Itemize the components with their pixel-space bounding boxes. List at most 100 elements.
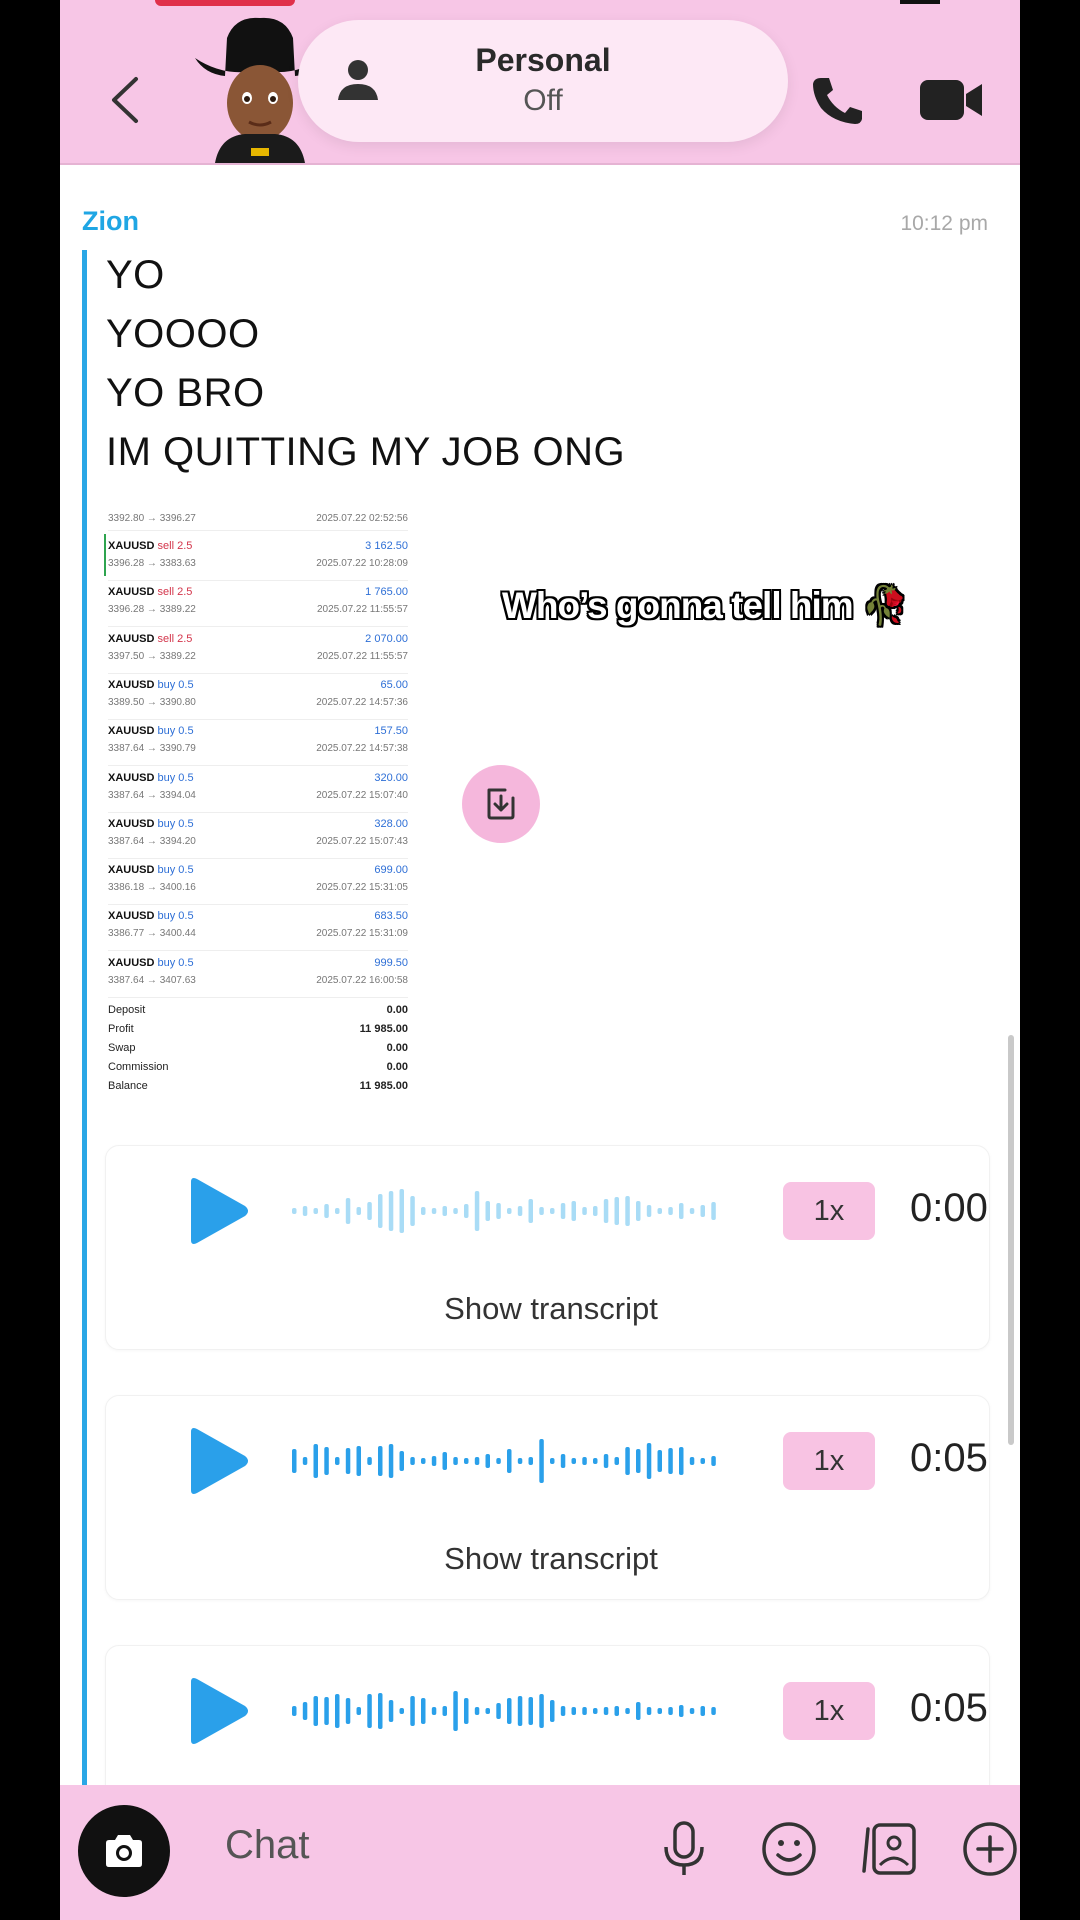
chat-input[interactable]: Chat (225, 1823, 310, 1868)
waveform-bar (442, 1706, 447, 1716)
waveform-bar (571, 1201, 576, 1221)
phone-icon[interactable] (803, 70, 873, 130)
waveform-bar (646, 1443, 652, 1479)
trade-row: XAUUSD buy 0.5 65.00 3389.50 → 3390.80 2025… (108, 677, 408, 723)
waveform-bar (410, 1196, 415, 1226)
waveform-bar (507, 1449, 512, 1473)
camera-button[interactable] (78, 1805, 170, 1897)
waveform-bar (560, 1203, 566, 1219)
waveform-bar (313, 1444, 318, 1478)
waveform-bar (571, 1707, 576, 1715)
sticker-gallery-icon[interactable] (858, 1817, 922, 1881)
waveform-bar (539, 1694, 544, 1728)
play-icon[interactable] (181, 1176, 251, 1246)
trade-top-date: 2025.07.22 02:52:56 (316, 513, 408, 524)
waveform-bar (356, 1446, 361, 1476)
voice-note[interactable]: 1x 0:00 Show transcript (105, 1145, 990, 1350)
trade-side: buy 0.5 (157, 817, 194, 830)
voice-note[interactable]: 1x 0:05 (105, 1645, 990, 1805)
playback-speed-button[interactable]: 1x (783, 1682, 875, 1740)
summary-value: 0.00 (386, 1042, 408, 1054)
summary-label: Balance (108, 1080, 148, 1092)
divider (108, 857, 408, 859)
play-icon[interactable] (181, 1676, 251, 1746)
waveform-bar (582, 1207, 587, 1215)
waveform[interactable] (291, 1181, 721, 1241)
trade-row: XAUUSD sell 2.5 3 162.50 3396.28 → 3383.63… (108, 538, 408, 584)
waveform-bar (603, 1454, 609, 1468)
show-transcript-button[interactable]: Show transcript (61, 1541, 1020, 1577)
emoji-icon[interactable] (757, 1817, 821, 1881)
divider (108, 765, 408, 767)
waveform-bar (496, 1203, 501, 1219)
waveform-bar (421, 1458, 426, 1464)
divider (108, 718, 408, 720)
summary-row: Deposit 0.00 (108, 1004, 408, 1016)
message-time: 10:12 pm (900, 212, 988, 235)
message-line: YO (106, 253, 165, 297)
waveform-bar (528, 1457, 533, 1465)
mode-title: Personal (475, 42, 611, 78)
microphone-icon[interactable] (652, 1817, 716, 1881)
waveform-bar (324, 1204, 329, 1218)
trade-row: XAUUSD buy 0.5 157.50 3387.64 → 3390.79 202… (108, 723, 408, 769)
waveform-bar (625, 1447, 630, 1475)
trade-symbol: XAUUSD buy 0.5 (108, 817, 194, 830)
trade-row: XAUUSD buy 0.5 320.00 3387.64 → 3394.04 202… (108, 770, 408, 816)
chat-mode-toggle[interactable]: Personal Off (298, 20, 788, 142)
trade-row: XAUUSD buy 0.5 328.00 3387.64 → 3394.20 202… (108, 816, 408, 862)
waveform-bar (679, 1203, 684, 1219)
waveform-bar (636, 1201, 641, 1221)
waveform-bar (507, 1698, 512, 1724)
waveform-bar (689, 1708, 695, 1714)
waveform-bar (313, 1208, 318, 1214)
trade-row: XAUUSD sell 2.5 2 070.00 3397.50 → 3389.22… (108, 631, 408, 677)
summary-row: Commission 0.00 (108, 1061, 408, 1073)
waveform-bar (582, 1707, 587, 1715)
waveform-bar (356, 1207, 361, 1215)
trade-profit: 999.50 (374, 956, 408, 969)
waveform-bar (625, 1708, 630, 1714)
plus-icon[interactable] (958, 1817, 1020, 1881)
waveform-bar (292, 1208, 297, 1214)
waveform-bar (689, 1457, 695, 1465)
trade-profit: 3 162.50 (365, 540, 408, 552)
play-icon[interactable] (181, 1426, 251, 1496)
waveform-bar (399, 1451, 404, 1471)
waveform-bar (388, 1700, 394, 1722)
voice-note[interactable]: 1x 0:05 Show transcript (105, 1395, 990, 1600)
mode-status: Off (523, 84, 563, 117)
waveform-bar (313, 1696, 318, 1726)
waveform-bar (700, 1205, 705, 1217)
waveform-bar (474, 1707, 480, 1715)
divider (108, 811, 408, 813)
chat-input-bar: Chat (60, 1785, 1020, 1920)
video-icon[interactable] (916, 72, 986, 128)
trade-symbol: XAUUSD buy 0.5 (108, 956, 194, 969)
waveform-bar (302, 1457, 308, 1465)
trade-row: XAUUSD buy 0.5 683.50 3386.77 → 3400.44 202… (108, 908, 408, 954)
waveform-bar (388, 1191, 394, 1231)
waveform-bar (345, 1698, 351, 1724)
playback-speed-button[interactable]: 1x (783, 1432, 875, 1490)
back-button[interactable] (100, 70, 150, 130)
waveform[interactable] (291, 1681, 721, 1741)
trade-symbol: XAUUSD buy 0.5 (108, 910, 194, 923)
waveform-bar (700, 1706, 705, 1716)
trade-price-range: 3387.64 → 3407.63 (108, 974, 196, 986)
waveform[interactable] (291, 1431, 721, 1491)
chat-header: Personal Off (60, 0, 1020, 165)
trade-side: sell 2.5 (157, 586, 193, 599)
save-icon (487, 788, 515, 820)
save-to-chat-button[interactable] (462, 765, 540, 843)
show-transcript-button[interactable]: Show transcript (61, 1291, 1020, 1327)
scrollbar[interactable] (1008, 1035, 1014, 1445)
waveform-bar (517, 1696, 523, 1726)
waveform-bar (453, 1691, 458, 1731)
playback-speed-button[interactable]: 1x (783, 1182, 875, 1240)
trade-profit: 683.50 (374, 910, 408, 923)
sender-name: Zion (82, 206, 139, 236)
divider (108, 904, 408, 906)
trade-price-range: 3387.64 → 3394.04 (108, 789, 196, 801)
waveform-bar (431, 1456, 437, 1466)
